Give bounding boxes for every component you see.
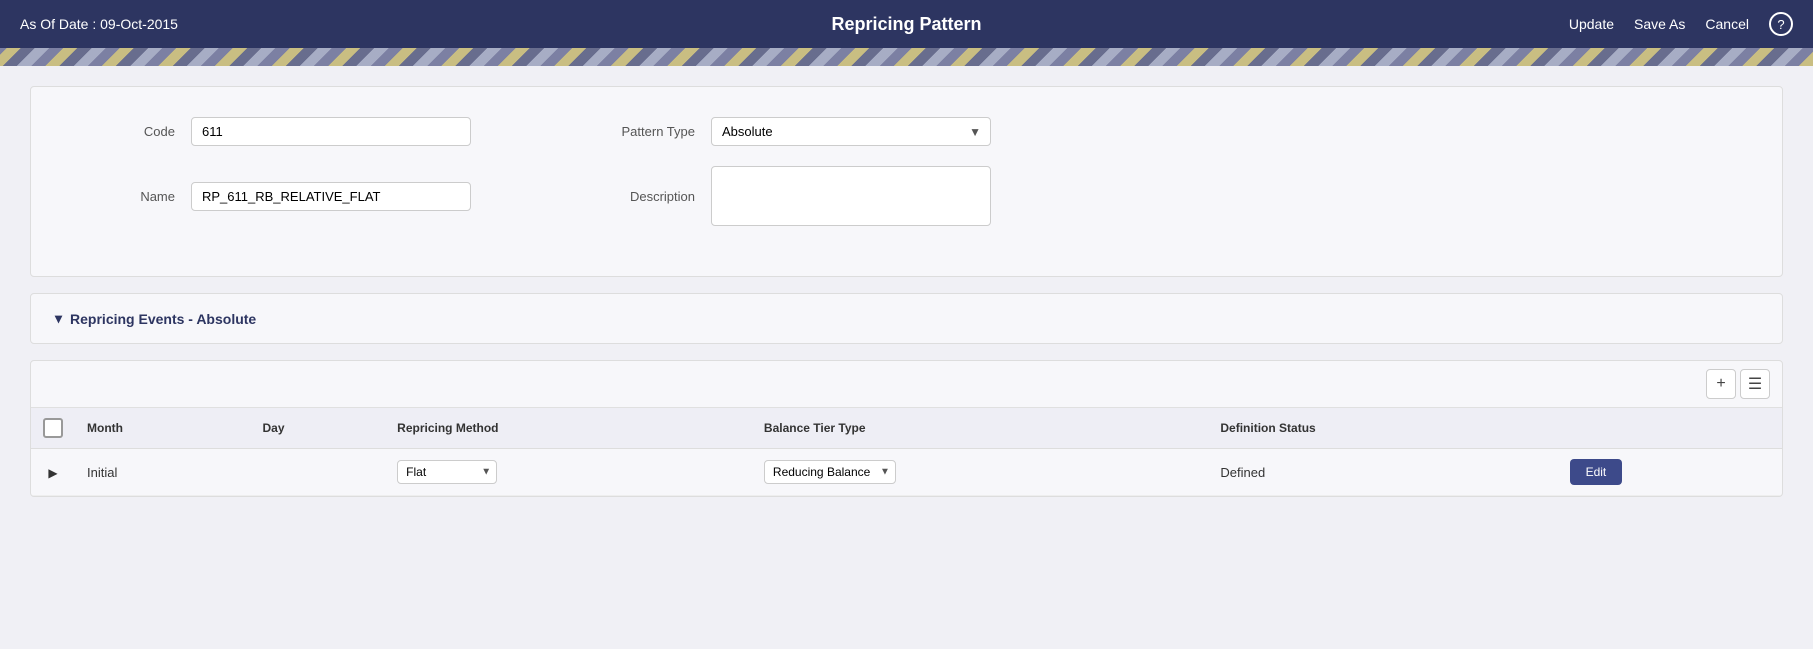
as-of-date: As Of Date : 09-Oct-2015	[20, 16, 178, 32]
select-all-header	[31, 408, 75, 449]
table-header-row: Month Day Repricing Method Balance Tier …	[31, 408, 1782, 449]
row-expand-cell: ▶	[31, 449, 75, 496]
help-button[interactable]: ?	[1769, 12, 1793, 36]
pattern-type-select[interactable]: Absolute Relative	[711, 117, 991, 146]
add-row-button[interactable]: +	[1706, 369, 1736, 399]
cell-month: Initial	[75, 449, 251, 496]
section-card: ▾ Repricing Events - Absolute	[30, 293, 1783, 344]
description-textarea[interactable]	[711, 166, 991, 226]
col-header-month: Month	[75, 408, 251, 449]
col-header-balance-tier-type: Balance Tier Type	[752, 408, 1208, 449]
banner-stripe	[0, 48, 1813, 66]
col-header-action	[1558, 408, 1782, 449]
description-group: Description	[591, 166, 991, 226]
cell-repricing-method: Flat Adjustable Fixed ▼	[385, 449, 752, 496]
row-expand-icon[interactable]: ▶	[48, 466, 57, 480]
name-label: Name	[71, 189, 191, 204]
table-card: + ☰ Month Day Repricing Method Balance T…	[30, 360, 1783, 497]
cell-day	[251, 449, 386, 496]
table-row: ▶ Initial Flat Adjustable Fixed ▼	[31, 449, 1782, 496]
form-row-code-patterntype: Code Pattern Type Absolute Relative ▼	[71, 117, 1742, 146]
page-title: Repricing Pattern	[831, 14, 981, 35]
menu-button[interactable]: ☰	[1740, 369, 1770, 399]
code-label: Code	[71, 124, 191, 139]
header-actions: Update Save As Cancel ?	[1569, 12, 1793, 36]
repricing-method-select[interactable]: Flat Adjustable Fixed	[397, 460, 497, 484]
col-header-day: Day	[251, 408, 386, 449]
balance-tier-type-select-wrapper: Reducing Balance Flat Balance ▼	[764, 460, 896, 484]
pattern-type-label: Pattern Type	[591, 124, 711, 139]
section-title: Repricing Events - Absolute	[70, 311, 256, 327]
description-label: Description	[591, 189, 711, 204]
name-input[interactable]	[191, 182, 471, 211]
cell-balance-tier-type: Reducing Balance Flat Balance ▼	[752, 449, 1208, 496]
form-row-name-description: Name Description	[71, 166, 1742, 226]
save-as-button[interactable]: Save As	[1634, 16, 1685, 32]
edit-button[interactable]: Edit	[1570, 459, 1623, 485]
cell-action: Edit	[1558, 449, 1782, 496]
form-card: Code Pattern Type Absolute Relative ▼ Na…	[30, 86, 1783, 277]
main-content: Code Pattern Type Absolute Relative ▼ Na…	[0, 66, 1813, 517]
cell-definition-status: Defined	[1208, 449, 1557, 496]
col-header-repricing-method: Repricing Method	[385, 408, 752, 449]
pattern-type-select-wrapper: Absolute Relative ▼	[711, 117, 991, 146]
repricing-method-select-wrapper: Flat Adjustable Fixed ▼	[397, 460, 497, 484]
menu-icon: ☰	[1748, 374, 1762, 394]
data-table: Month Day Repricing Method Balance Tier …	[31, 408, 1782, 496]
pattern-type-group: Pattern Type Absolute Relative ▼	[591, 117, 991, 146]
header: As Of Date : 09-Oct-2015 Repricing Patte…	[0, 0, 1813, 48]
table-toolbar: + ☰	[31, 361, 1782, 408]
update-button[interactable]: Update	[1569, 16, 1614, 32]
section-header: ▾ Repricing Events - Absolute	[55, 310, 1758, 327]
select-all-checkbox[interactable]	[43, 418, 63, 438]
cancel-button[interactable]: Cancel	[1705, 16, 1749, 32]
code-input[interactable]	[191, 117, 471, 146]
section-collapse-icon[interactable]: ▾	[55, 310, 62, 327]
col-header-definition-status: Definition Status	[1208, 408, 1557, 449]
balance-tier-type-select[interactable]: Reducing Balance Flat Balance	[764, 460, 896, 484]
